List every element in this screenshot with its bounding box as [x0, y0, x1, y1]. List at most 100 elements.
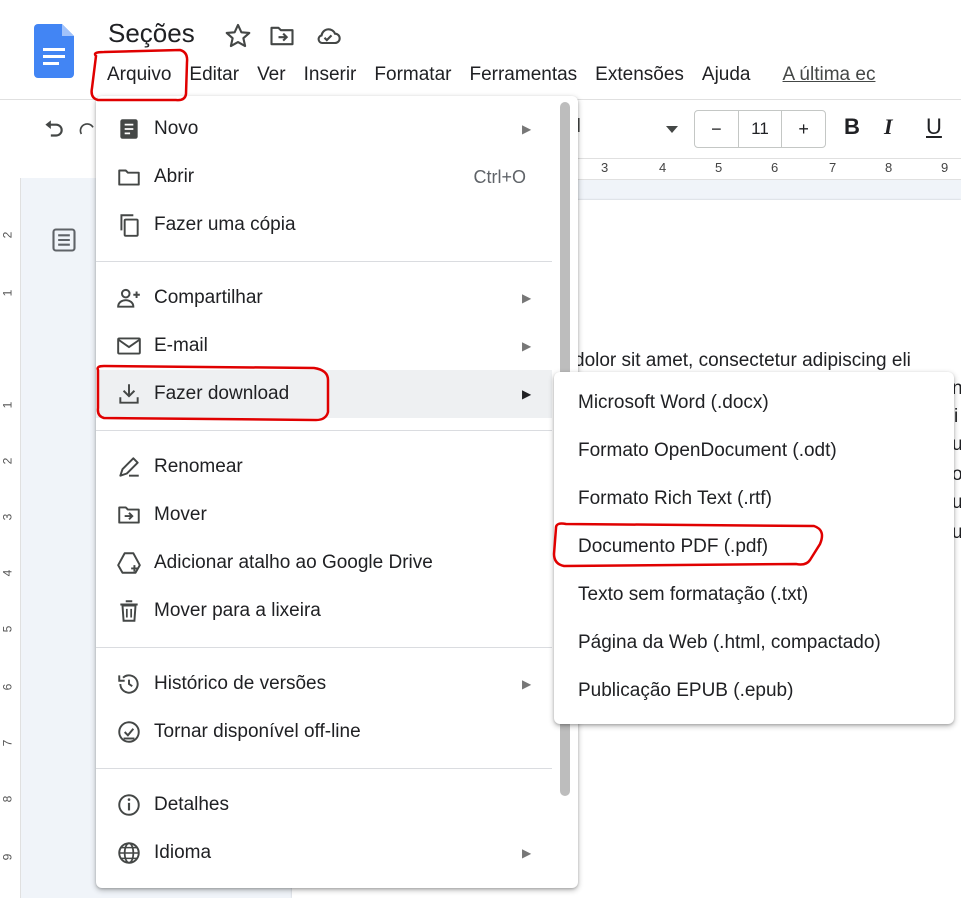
menu-divider: [96, 430, 552, 431]
history-icon: [118, 674, 139, 694]
vruler-mark: 1: [0, 289, 15, 297]
menu-item-label: Mover: [154, 504, 207, 525]
submenu-arrow-icon: ▶: [522, 291, 532, 305]
ruler-mark: 8: [885, 160, 893, 175]
vruler-mark: 2: [0, 231, 15, 239]
download-option-html[interactable]: Página da Web (.html, compactado): [578, 632, 881, 654]
menu-item-label: Fazer uma cópia: [154, 214, 296, 235]
move-folder-icon[interactable]: [268, 22, 296, 50]
vruler-mark: 4: [0, 569, 15, 577]
vruler-mark: 2: [0, 457, 15, 465]
horizontal-ruler[interactable]: [576, 158, 961, 180]
download-option-txt[interactable]: Texto sem formatação (.txt): [578, 584, 808, 606]
menu-item-offline[interactable]: Tornar disponível off-line: [96, 708, 552, 756]
decrease-font-size-button[interactable]: −: [695, 119, 738, 140]
menu-formatar[interactable]: Formatar: [365, 62, 460, 90]
menu-item-mover[interactable]: Mover: [96, 491, 552, 539]
menu-item-label: Renomear: [154, 456, 243, 477]
ruler-mark: 6: [771, 160, 779, 175]
download-option-rtf[interactable]: Formato Rich Text (.rtf): [578, 488, 772, 510]
menu-item-fazer-uma-copia[interactable]: Fazer uma cópia: [96, 201, 552, 249]
menu-item-idioma[interactable]: Idioma ▶: [96, 829, 552, 877]
menu-ver[interactable]: Ver: [248, 62, 295, 90]
download-submenu: Microsoft Word (.docx) Formato OpenDocum…: [554, 372, 954, 724]
download-option-odt[interactable]: Formato OpenDocument (.odt): [578, 440, 837, 462]
menu-item-abrir[interactable]: Abrir Ctrl+O: [96, 153, 552, 201]
menu-item-novo[interactable]: Novo ▶: [96, 105, 552, 153]
cloud-saved-icon[interactable]: [314, 22, 342, 50]
increase-font-size-button[interactable]: +: [782, 119, 825, 140]
submenu-arrow-icon: ▶: [522, 339, 532, 353]
menu-bar: Arquivo Editar Ver Inserir Formatar Ferr…: [98, 62, 884, 90]
menu-item-mover-lixeira[interactable]: Mover para a lixeira: [96, 587, 552, 635]
menu-divider: [96, 768, 552, 769]
copy-icon: [120, 214, 139, 237]
bold-button[interactable]: B: [844, 114, 860, 140]
menu-divider: [96, 261, 552, 262]
menu-item-email[interactable]: E-mail ▶: [96, 322, 552, 370]
offline-icon: [118, 721, 140, 743]
vruler-mark: 8: [0, 795, 15, 803]
menu-item-label: Tornar disponível off-line: [154, 721, 361, 742]
star-icon[interactable]: [224, 22, 252, 50]
document-text-fragment: i: [954, 406, 959, 427]
download-option-pdf[interactable]: Documento PDF (.pdf): [578, 536, 768, 558]
chevron-down-icon[interactable]: [664, 122, 680, 136]
ruler-mark: 7: [829, 160, 837, 175]
menu-item-label: Abrir: [154, 166, 195, 187]
rename-icon: [119, 457, 139, 477]
ruler-mark: 9: [941, 160, 949, 175]
email-icon: [117, 337, 141, 355]
menu-item-fazer-download[interactable]: Fazer download ▶: [96, 370, 552, 418]
document-title[interactable]: Seções: [108, 18, 195, 49]
submenu-arrow-icon: ▶: [522, 846, 532, 860]
menu-item-compartilhar[interactable]: Compartilhar ▶: [96, 274, 552, 322]
menu-item-renomear[interactable]: Renomear: [96, 443, 552, 491]
vruler-mark: 1: [0, 401, 15, 409]
google-docs-logo-icon[interactable]: [34, 24, 74, 78]
menu-editar[interactable]: Editar: [180, 62, 248, 90]
menu-inserir[interactable]: Inserir: [295, 62, 366, 90]
download-option-docx[interactable]: Microsoft Word (.docx): [578, 392, 769, 414]
menu-ferramentas[interactable]: Ferramentas: [460, 62, 586, 90]
folder-icon: [118, 169, 140, 186]
undo-icon[interactable]: [38, 116, 68, 142]
menu-item-adicionar-atalho[interactable]: Adicionar atalho ao Google Drive: [96, 539, 552, 587]
menu-item-label: Adicionar atalho ao Google Drive: [154, 552, 433, 573]
submenu-arrow-icon: ▶: [522, 677, 532, 691]
info-icon: [118, 794, 140, 816]
menu-arquivo[interactable]: Arquivo: [98, 62, 180, 90]
document-outline-icon[interactable]: [50, 226, 78, 254]
trash-icon: [120, 600, 138, 622]
vertical-ruler[interactable]: [0, 178, 21, 898]
submenu-arrow-icon: ▶: [522, 122, 532, 136]
font-size-stepper: − 11 +: [694, 110, 826, 148]
ruler-mark: 3: [601, 160, 609, 175]
menu-divider: [96, 647, 552, 648]
redo-icon[interactable]: [78, 116, 98, 142]
font-size-input[interactable]: 11: [737, 111, 783, 147]
person-add-icon: [117, 288, 140, 308]
file-menu: Novo ▶ Abrir Ctrl+O Fazer uma cópia Comp…: [96, 96, 578, 888]
drive-shortcut-icon: [117, 552, 141, 574]
menu-item-label: Compartilhar: [154, 287, 263, 308]
menu-extensoes[interactable]: Extensões: [586, 62, 693, 90]
ruler-mark: 5: [715, 160, 723, 175]
menu-item-label: Novo: [154, 118, 199, 139]
menu-item-detalhes[interactable]: Detalhes: [96, 781, 552, 829]
download-option-epub[interactable]: Publicação EPUB (.epub): [578, 680, 793, 702]
submenu-arrow-icon: ▶: [522, 387, 532, 401]
shortcut-label: Ctrl+O: [473, 166, 526, 187]
document-body-text[interactable]: dolor sit amet, consectetur adipiscing e…: [574, 350, 911, 372]
menu-item-label: E-mail: [154, 335, 208, 356]
menu-item-label: Mover para a lixeira: [154, 600, 321, 621]
vruler-mark: 9: [0, 853, 15, 861]
vruler-mark: 3: [0, 513, 15, 521]
menu-item-label: Detalhes: [154, 794, 229, 815]
italic-button[interactable]: I: [884, 114, 893, 140]
menu-ajuda[interactable]: Ajuda: [693, 62, 760, 90]
menu-item-historico[interactable]: Histórico de versões ▶: [96, 660, 552, 708]
underline-button[interactable]: U: [926, 114, 942, 140]
last-edit-link[interactable]: A última ec: [774, 62, 885, 90]
menu-item-label: Fazer download: [154, 383, 290, 404]
